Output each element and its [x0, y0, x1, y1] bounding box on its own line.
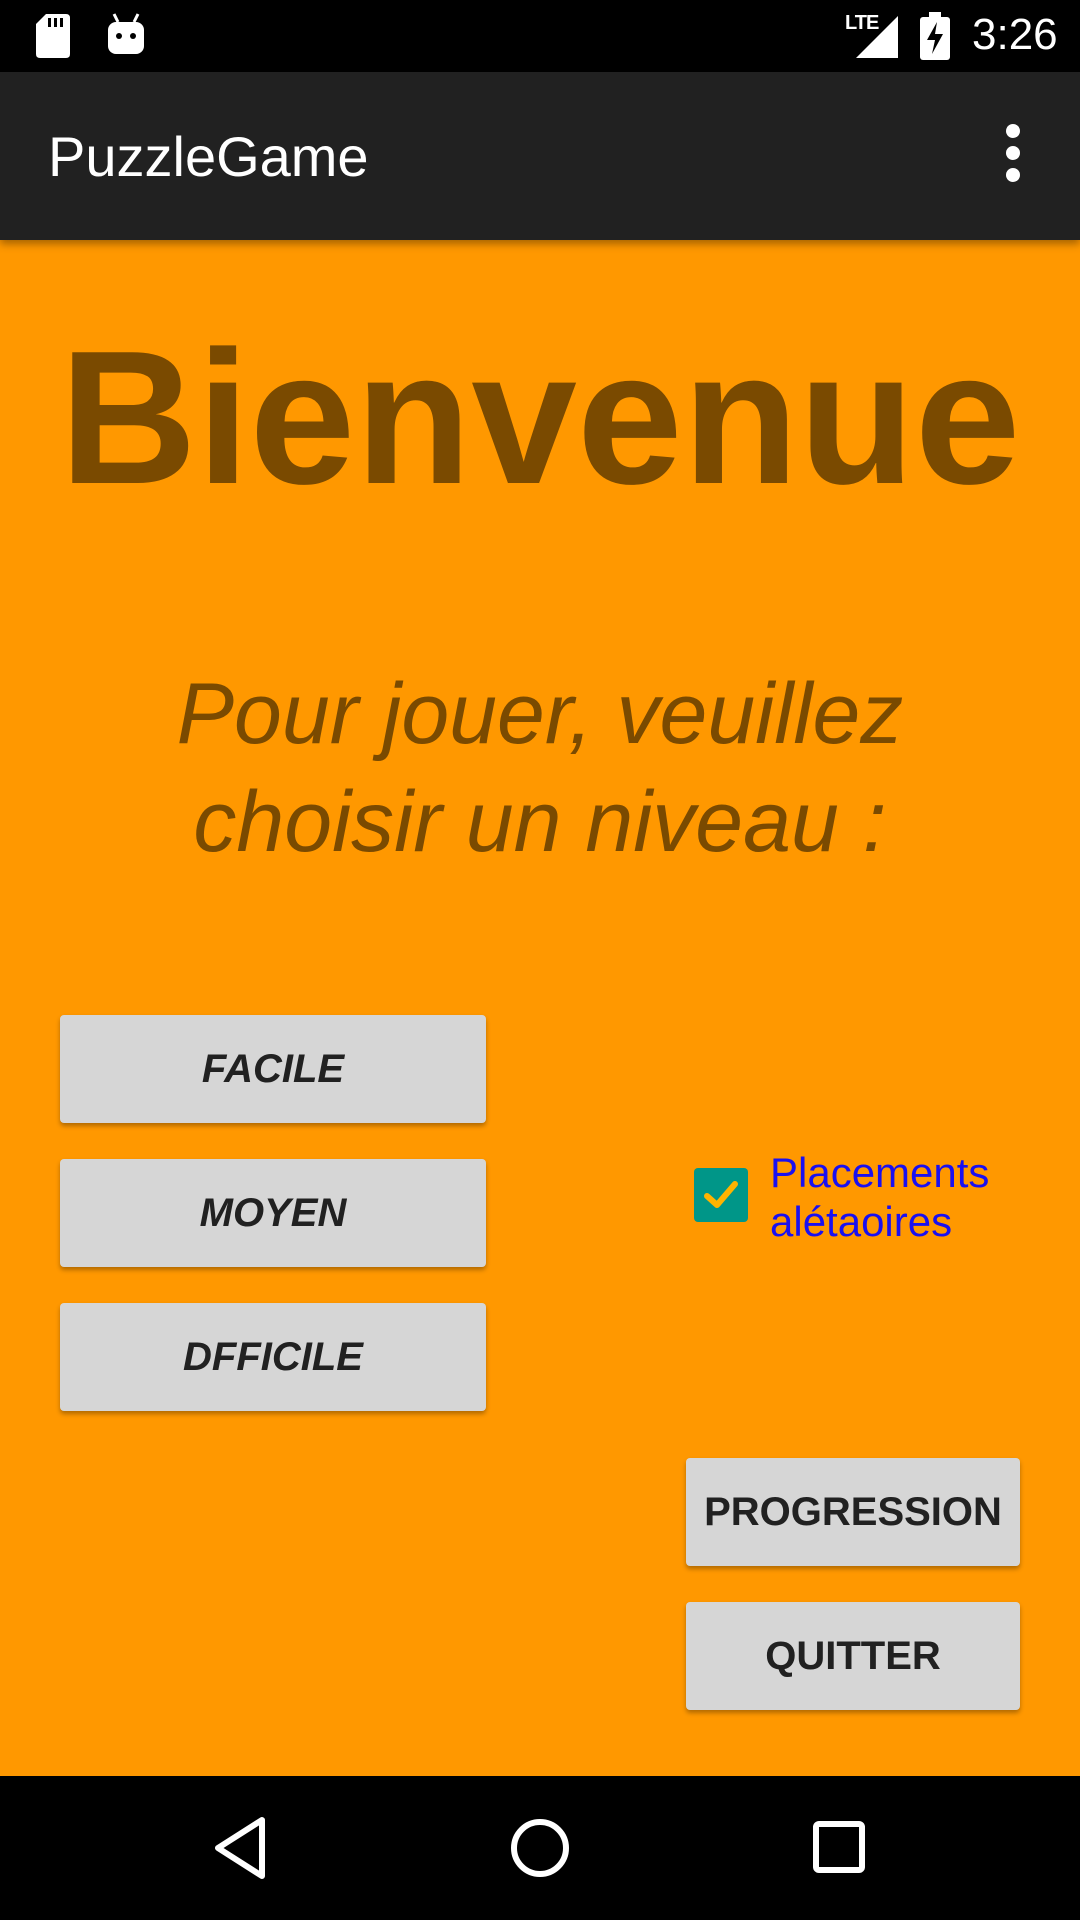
overflow-menu-icon[interactable]: [994, 112, 1034, 192]
android-debug-icon: [108, 13, 144, 54]
checkbox-checked-icon[interactable]: [694, 1168, 748, 1222]
back-icon[interactable]: [200, 1806, 284, 1890]
random-placement-label[interactable]: Placements alétaoires: [770, 1148, 989, 1246]
quit-button[interactable]: QUITTER: [686, 1602, 1020, 1710]
random-placement-checkbox[interactable]: Placements alétaoires: [694, 1148, 1034, 1248]
progression-button[interactable]: PROGRESSION: [686, 1458, 1020, 1566]
instruction-line-1: Pour jouer, veuillez: [176, 666, 904, 762]
screen: LTE 3:26 PuzzleGame Bienvenue Pour jouer…: [0, 0, 1080, 1920]
hard-level-button[interactable]: DFFICILE: [60, 1303, 486, 1411]
battery-charging-icon: [920, 12, 950, 60]
instruction-text: Pour jouer, veuillez choisir un niveau :: [0, 660, 1080, 876]
random-placement-label-line-1: Placements: [770, 1149, 990, 1196]
checkmark-icon: [704, 1181, 738, 1208]
random-placement-label-line-2: alétaoires: [770, 1198, 953, 1245]
medium-level-button[interactable]: MOYEN: [60, 1159, 486, 1267]
instruction-line-2: choisir un niveau :: [193, 774, 887, 870]
recent-apps-icon[interactable]: [798, 1806, 882, 1890]
welcome-heading: Bienvenue: [59, 312, 1021, 524]
status-clock: 3:26: [972, 10, 1058, 59]
signal-icon: [856, 16, 898, 58]
status-bar: LTE 3:26: [0, 0, 1080, 72]
app-title: PuzzleGame: [48, 125, 369, 188]
easy-level-button[interactable]: FACILE: [60, 1015, 486, 1123]
home-icon[interactable]: [498, 1806, 582, 1890]
sd-card-icon: [36, 14, 70, 58]
navigation-bar: [0, 1776, 1080, 1920]
app-bar: PuzzleGame: [0, 72, 1080, 240]
